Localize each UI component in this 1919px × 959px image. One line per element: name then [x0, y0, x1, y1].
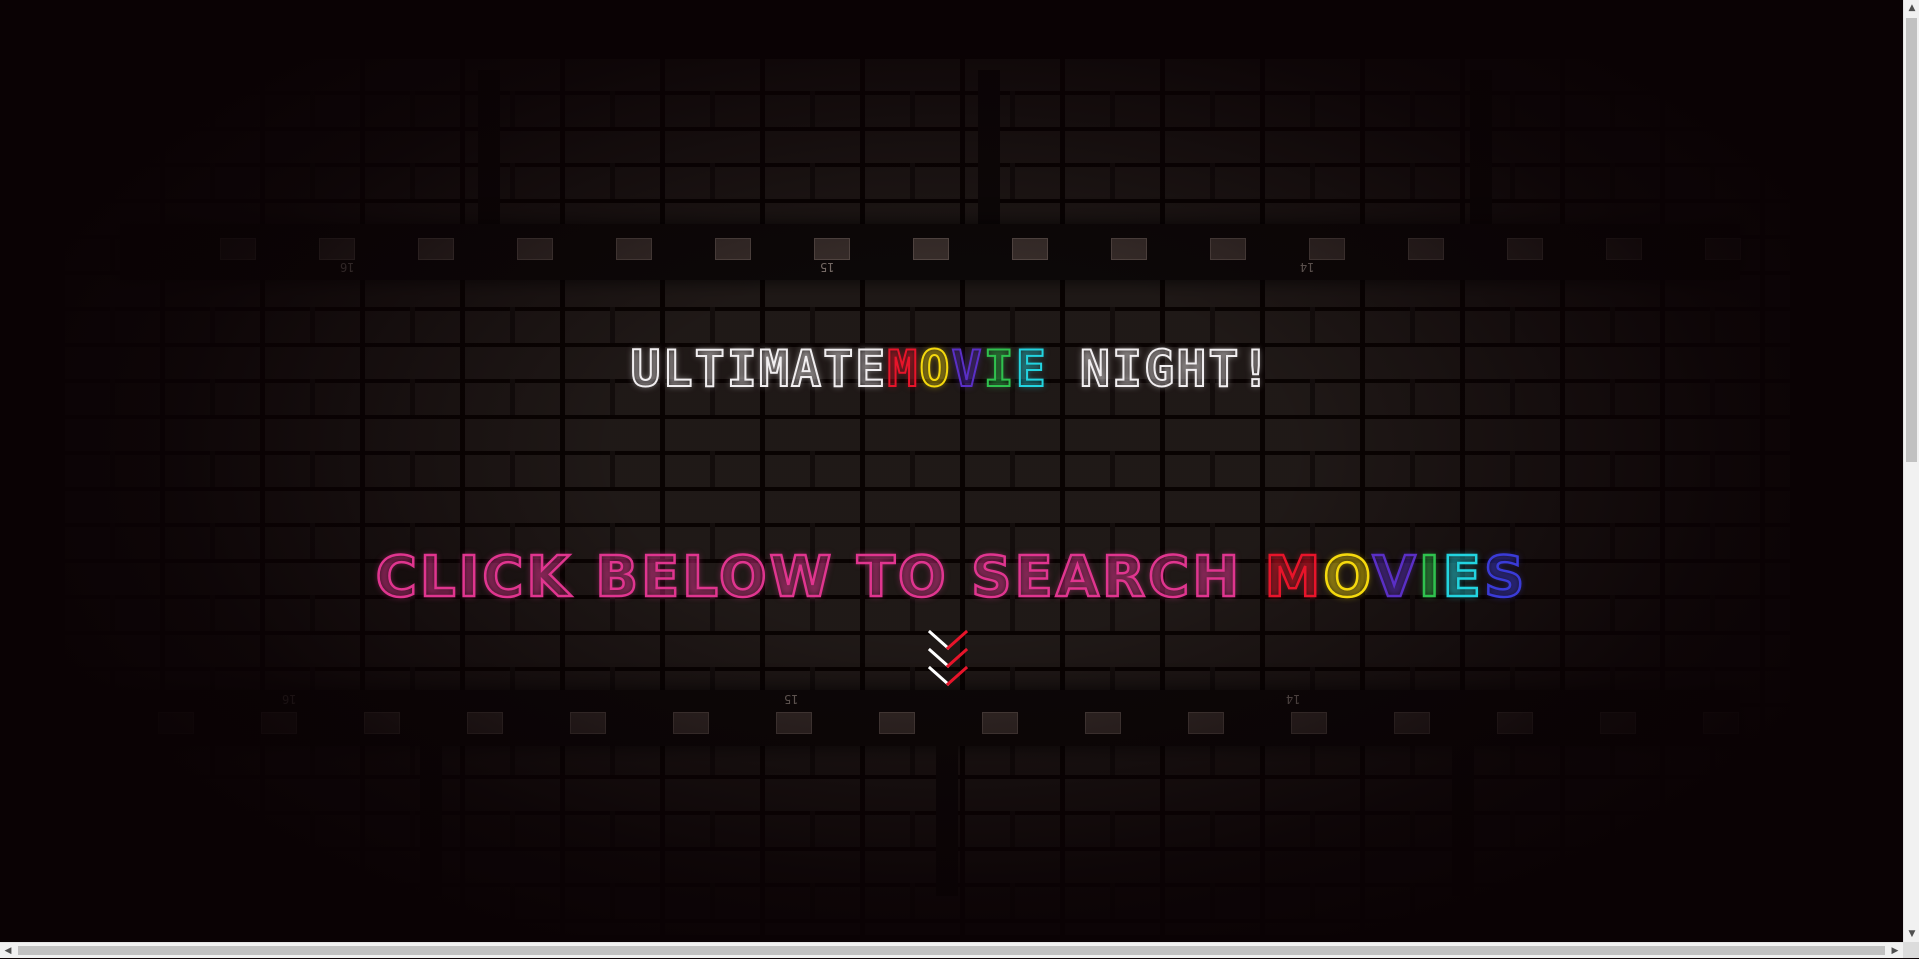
- scroll-up-arrow-icon[interactable]: ▲: [1904, 0, 1919, 16]
- horizontal-scroll-thumb[interactable]: [18, 946, 1885, 955]
- horizontal-scrollbar[interactable]: ◀ ▶: [0, 942, 1903, 958]
- scroll-down-button[interactable]: [926, 628, 970, 694]
- scrollbar-corner: [1903, 942, 1919, 958]
- search-prompt: CLICK BELOW TO SEARCH MOVIES: [0, 544, 1903, 612]
- title-segment: M: [886, 339, 920, 399]
- page-viewport: 16 15 14 16 15 14 ULTIMATEMOVIE NIGHT! C…: [0, 0, 1903, 942]
- title-segment: ULTIMATE: [629, 339, 888, 399]
- vignette-overlay: [0, 0, 1903, 942]
- subtitle-segment: CLICK BELOW TO SEARCH: [374, 544, 1265, 612]
- title-segment: E: [1015, 339, 1048, 399]
- title-segment: NIGHT!: [1047, 339, 1273, 399]
- scroll-right-arrow-icon[interactable]: ▶: [1887, 943, 1903, 959]
- title-segment: I: [983, 339, 1016, 399]
- subtitle-segment: S: [1483, 544, 1528, 612]
- subtitle-segment: V: [1371, 544, 1419, 612]
- page-title: ULTIMATEMOVIE NIGHT!: [0, 339, 1903, 399]
- scroll-down-arrow-icon[interactable]: ▼: [1904, 926, 1919, 942]
- subtitle-segment: E: [1441, 544, 1484, 612]
- title-segment: O: [918, 339, 952, 399]
- subtitle-segment: M: [1263, 544, 1324, 612]
- vertical-scroll-thumb[interactable]: [1906, 18, 1917, 462]
- scroll-left-arrow-icon[interactable]: ◀: [0, 943, 16, 959]
- subtitle-segment: O: [1322, 544, 1373, 612]
- subtitle-segment: I: [1418, 544, 1443, 612]
- vertical-scrollbar[interactable]: ▲ ▼: [1903, 0, 1919, 942]
- triple-chevron-down-icon: [927, 629, 969, 687]
- title-segment: V: [950, 339, 984, 399]
